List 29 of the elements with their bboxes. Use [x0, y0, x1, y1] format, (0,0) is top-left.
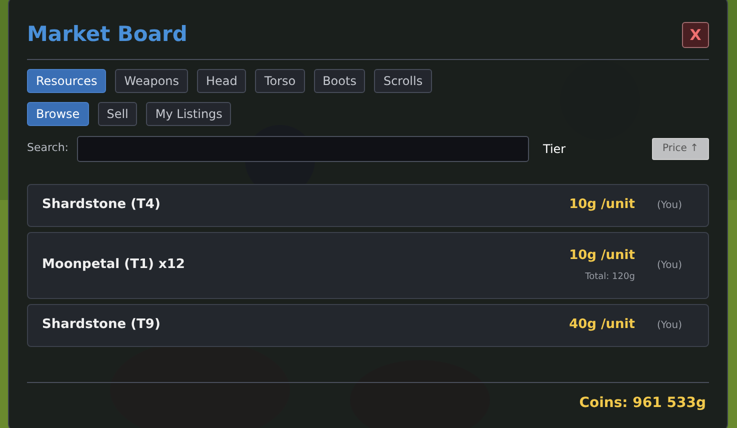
listing-row[interactable]: Shardstone (T4) 10g /unit (You)	[27, 184, 709, 226]
listing-row[interactable]: Shardstone (T9) 40g /unit (You)	[27, 304, 709, 346]
price: 10g /unit	[569, 196, 635, 214]
tab[interactable]: Weapons	[115, 68, 188, 92]
total-price: Total: 120g	[585, 271, 635, 284]
close-button[interactable]: X	[682, 22, 709, 48]
seller: (You)	[656, 318, 682, 332]
tab[interactable]: Torso	[255, 68, 305, 92]
search-field[interactable]	[77, 136, 529, 162]
item-name: Moonpetal (T1) x12	[42, 256, 185, 274]
seller: (You)	[656, 258, 682, 272]
dialog-title: Market Board	[27, 21, 188, 48]
search-label: Search:	[27, 140, 70, 156]
item-name: Shardstone (T4)	[42, 196, 160, 214]
tab[interactable]: Browse	[27, 102, 89, 126]
tab[interactable]: Head	[197, 68, 246, 92]
tab[interactable]: Sell	[98, 102, 138, 126]
tier-label: Tier	[543, 140, 566, 158]
tab[interactable]: My Listings	[146, 102, 232, 126]
sort-button[interactable]: Price ↑	[652, 138, 709, 160]
price: 10g /unit	[569, 246, 635, 264]
tab[interactable]: Resources	[27, 68, 106, 92]
item-name: Shardstone (T9)	[42, 316, 160, 334]
tab[interactable]: Boots	[314, 68, 366, 92]
price: 40g /unit	[569, 316, 635, 334]
coins-balance: Coins: 961 533g	[579, 394, 706, 412]
tab[interactable]: Scrolls	[374, 68, 432, 92]
listing-row[interactable]: Moonpetal (T1) x12 10g /unit Total: 120g (You)	[27, 232, 709, 298]
seller: (You)	[656, 198, 682, 212]
